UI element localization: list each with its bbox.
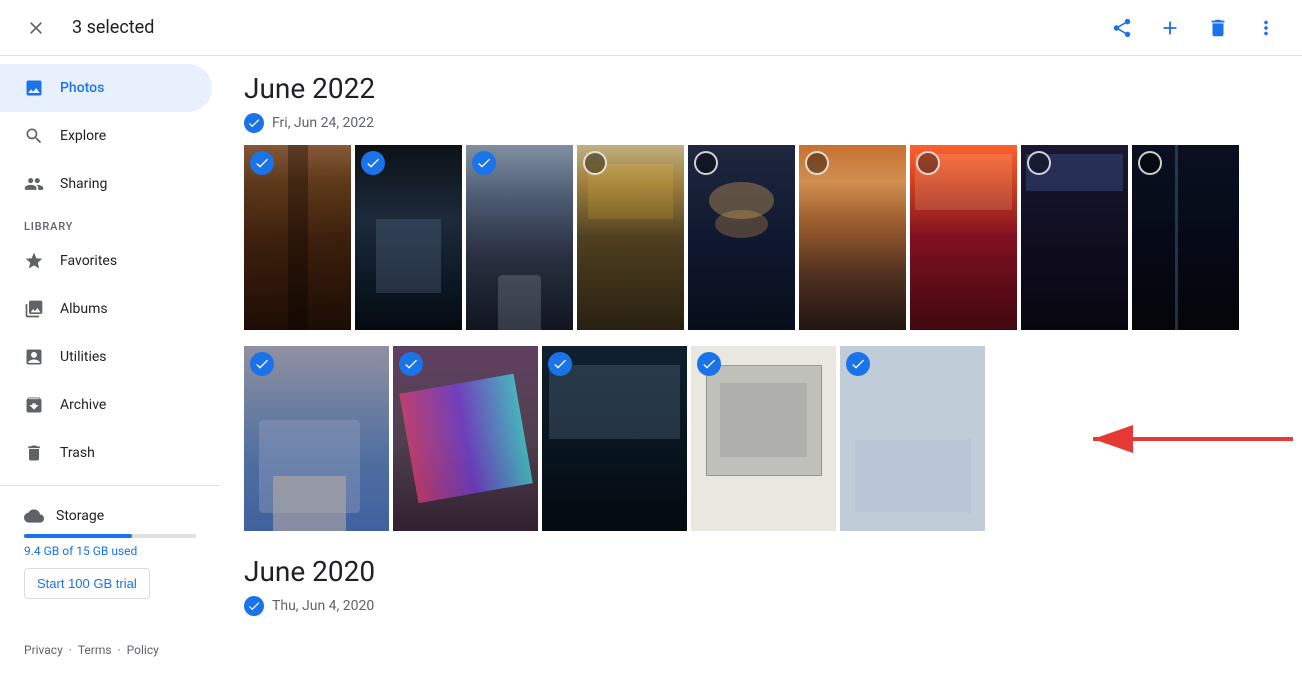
sidebar-label-sharing: Sharing [60, 176, 107, 192]
start-trial-button[interactable]: Start 100 GB trial [24, 568, 150, 599]
sidebar: Photos Explore Sharing LIBRARY [0, 56, 220, 689]
library-label: LIBRARY [0, 208, 220, 237]
sidebar-item-albums[interactable]: Albums [0, 285, 212, 333]
photo-checkbox-9[interactable] [1138, 151, 1162, 175]
storage-bar [24, 534, 196, 538]
photo-item-12[interactable] [542, 346, 687, 531]
sidebar-item-photos[interactable]: Photos [0, 64, 212, 112]
photo-checkbox-8[interactable] [1027, 151, 1051, 175]
more-options-button[interactable] [1246, 8, 1286, 48]
trash-icon [24, 443, 44, 463]
sidebar-label-albums: Albums [60, 301, 108, 317]
storage-section: Storage 9.4 GB of 15 GB used Start 100 G… [0, 494, 220, 611]
topbar: 3 selected [0, 0, 1302, 56]
privacy-link[interactable]: Privacy [24, 643, 63, 657]
photo-item-9[interactable] [1132, 145, 1239, 330]
dot1: · [69, 643, 72, 657]
photo-item-6[interactable] [799, 145, 906, 330]
photo-item-14[interactable] [840, 346, 985, 531]
sidebar-label-explore: Explore [60, 128, 106, 144]
photo-checkbox-5[interactable] [694, 151, 718, 175]
explore-icon [24, 126, 44, 146]
star-icon [24, 251, 44, 271]
photo-item-2[interactable] [355, 145, 462, 330]
archive-icon [24, 395, 44, 415]
selected-count: 3 selected [72, 17, 154, 38]
add-button[interactable] [1150, 8, 1190, 48]
photo-checkbox-6[interactable] [805, 151, 829, 175]
photo-item-7[interactable] [910, 145, 1017, 330]
sidebar-label-photos: Photos [60, 80, 104, 96]
photo-item-1[interactable] [244, 145, 351, 330]
photo-checkbox-13[interactable] [697, 352, 721, 376]
sidebar-divider [0, 485, 220, 486]
utilities-icon [24, 347, 44, 367]
terms-link[interactable]: Terms [78, 643, 112, 657]
photo-checkbox-10[interactable] [250, 352, 274, 376]
photo-checkbox-12[interactable] [548, 352, 572, 376]
sidebar-item-favorites[interactable]: Favorites [0, 237, 212, 285]
sharing-icon [24, 174, 44, 194]
content-area: June 2022 Fri, Jun 24, 2022 [220, 56, 1302, 689]
storage-label: Storage [24, 506, 196, 526]
photo-item-10[interactable] [244, 346, 389, 531]
sidebar-item-trash[interactable]: Trash [0, 429, 212, 477]
photo-item-8[interactable] [1021, 145, 1128, 330]
date-text-june-2022: Fri, Jun 24, 2022 [272, 115, 374, 131]
photo-grid-row2 [244, 346, 1278, 531]
dot2: · [118, 643, 121, 657]
main-layout: Photos Explore Sharing LIBRARY [0, 56, 1302, 689]
photo-checkbox-2[interactable] [361, 151, 385, 175]
section-title-june-2022: June 2022 [244, 72, 1278, 105]
close-button[interactable] [16, 8, 56, 48]
date-row-june-2022: Fri, Jun 24, 2022 [244, 113, 1278, 133]
row2-container [244, 346, 1278, 531]
storage-bar-fill [24, 534, 132, 538]
sidebar-item-sharing[interactable]: Sharing [0, 160, 212, 208]
storage-title: Storage [56, 508, 104, 524]
storage-used-text: 9.4 GB of 15 GB used [24, 544, 196, 558]
sidebar-item-archive[interactable]: Archive [0, 381, 212, 429]
sidebar-label-archive: Archive [60, 397, 106, 413]
date-text-june-2020: Thu, Jun 4, 2020 [272, 598, 374, 614]
photo-checkbox-4[interactable] [583, 151, 607, 175]
date-row-june-2020: Thu, Jun 4, 2020 [244, 596, 1278, 616]
photo-grid-row1 [244, 145, 1278, 330]
policy-link[interactable]: Policy [127, 643, 159, 657]
photo-item-11[interactable] [393, 346, 538, 531]
photo-checkbox-7[interactable] [916, 151, 940, 175]
photo-checkbox-14[interactable] [846, 352, 870, 376]
topbar-right [1102, 8, 1286, 48]
photos-icon [24, 78, 44, 98]
share-button[interactable] [1102, 8, 1142, 48]
sidebar-label-favorites: Favorites [60, 253, 117, 269]
photo-checkbox-3[interactable] [472, 151, 496, 175]
photo-checkbox-11[interactable] [399, 352, 423, 376]
topbar-left: 3 selected [16, 8, 1102, 48]
footer-links: Privacy · Terms · Policy [0, 631, 220, 666]
delete-button[interactable] [1198, 8, 1238, 48]
date-check-icon [244, 113, 264, 133]
section-title-june-2020: June 2020 [244, 555, 1278, 588]
date-check-icon-2020 [244, 596, 264, 616]
section-june-2020: June 2020 Thu, Jun 4, 2020 [244, 555, 1278, 616]
sidebar-item-explore[interactable]: Explore [0, 112, 212, 160]
sidebar-label-trash: Trash [60, 445, 95, 461]
photo-item-13[interactable] [691, 346, 836, 531]
sidebar-item-utilities[interactable]: Utilities [0, 333, 212, 381]
photo-item-5[interactable] [688, 145, 795, 330]
photo-item-3[interactable] [466, 145, 573, 330]
albums-icon [24, 299, 44, 319]
photo-checkbox-1[interactable] [250, 151, 274, 175]
photo-item-4[interactable] [577, 145, 684, 330]
sidebar-label-utilities: Utilities [60, 349, 107, 365]
section-june-2022: June 2022 Fri, Jun 24, 2022 [244, 72, 1278, 531]
